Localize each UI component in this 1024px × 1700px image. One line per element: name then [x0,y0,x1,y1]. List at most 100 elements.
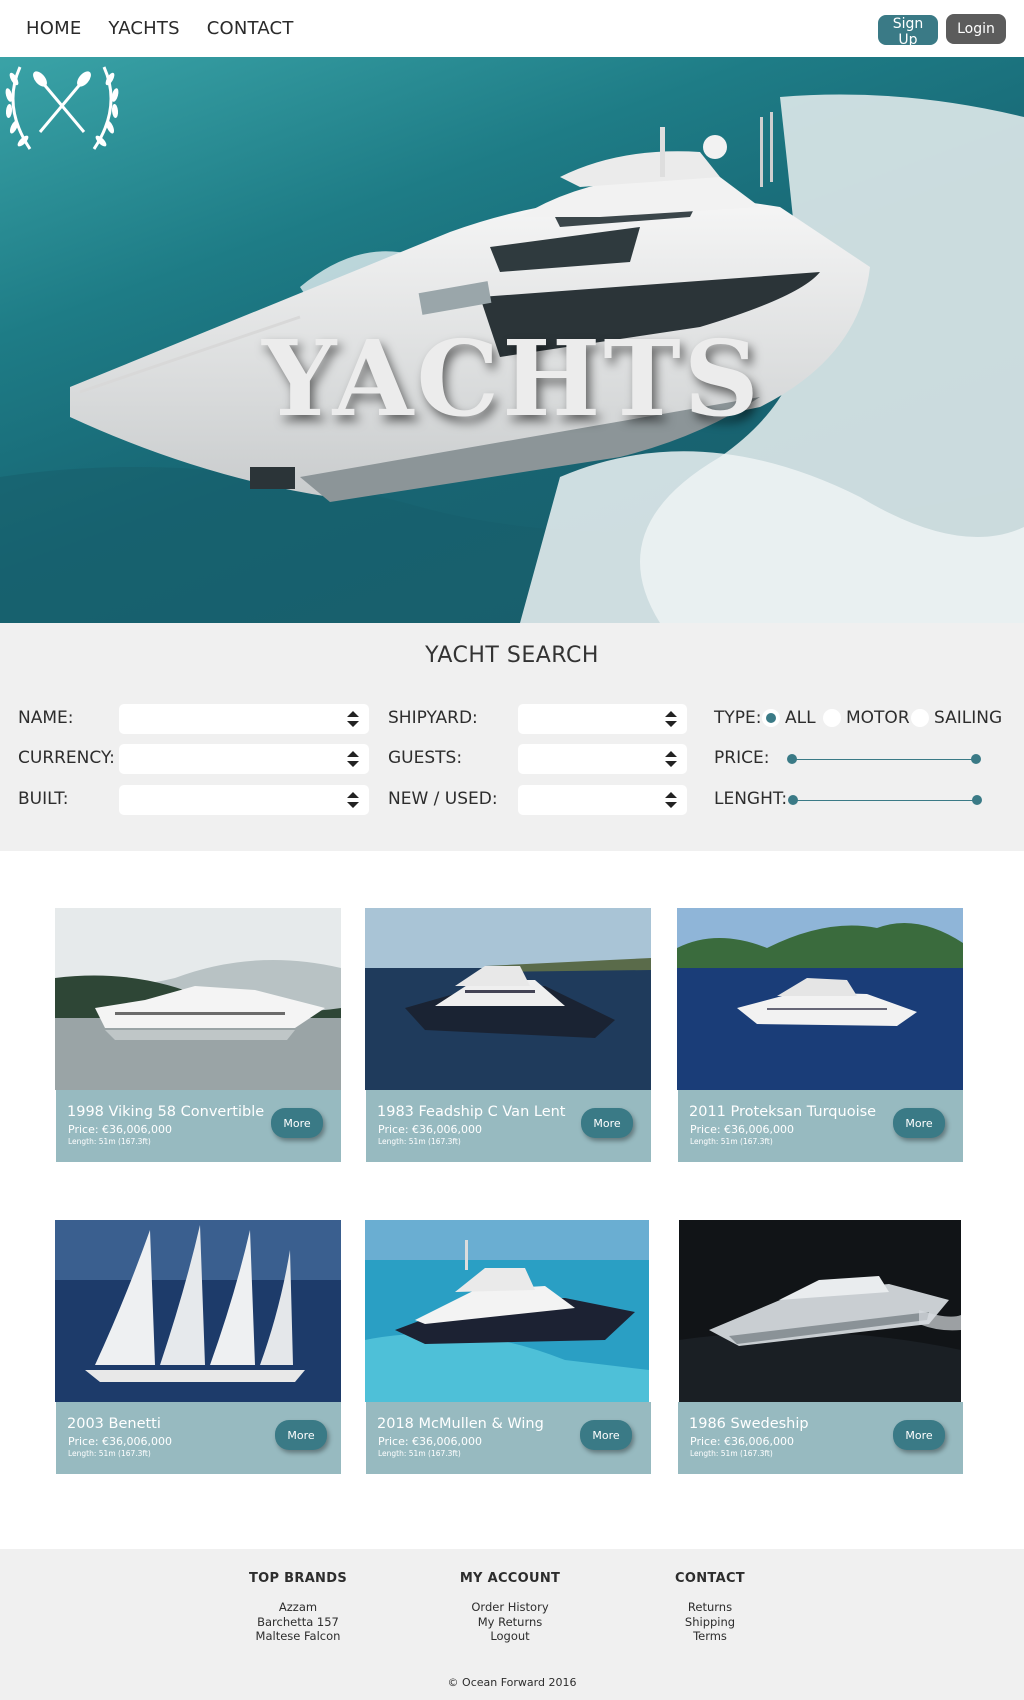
type-option-all: ALL [785,708,816,728]
copyright: © Ocean Forward 2016 [447,1676,577,1689]
search-title: YACHT SEARCH [425,643,599,668]
top-nav: HOME YACHTS CONTACT Sign Up Login [0,0,1024,57]
yacht-photo [365,908,651,1090]
type-radio-motor[interactable] [823,709,841,727]
select-arrows-icon [347,751,359,767]
yacht-info: 1998 Viking 58 Convertible Price: €36,00… [56,1090,341,1162]
yacht-length: Length: 51m (167.3ft) [68,1449,151,1458]
more-button[interactable]: More [581,1108,633,1138]
price-label: PRICE: [714,748,770,768]
footer-column-contact: CONTACT Returns Shipping Terms [630,1571,790,1644]
built-label: BUILT: [18,789,69,809]
new-used-select[interactable] [518,785,687,815]
type-option-motor: MOTOR [846,708,910,728]
more-button[interactable]: More [893,1108,945,1138]
yacht-info: 2011 Proteksan Turquoise Price: €36,006,… [678,1090,963,1162]
select-arrows-icon [665,792,677,808]
yacht-length: Length: 51m (167.3ft) [378,1137,461,1146]
yacht-name: 2018 McMullen & Wing [377,1416,544,1432]
yacht-card[interactable]: 2018 McMullen & Wing Price: €36,006,000 … [365,1220,651,1474]
more-button[interactable]: More [271,1108,323,1138]
footer-heading: MY ACCOUNT [459,1571,561,1586]
footer-column-top-brands: TOP BRANDS Azzam Barchetta 157 Maltese F… [218,1571,378,1644]
footer-column-my-account: MY ACCOUNT Order History My Returns Logo… [430,1571,590,1644]
yacht-name: 2003 Benetti [67,1416,161,1432]
shipyard-label: SHIPYARD: [388,708,478,728]
yacht-card[interactable]: 2011 Proteksan Turquoise Price: €36,006,… [677,908,963,1162]
select-arrows-icon [665,751,677,767]
yacht-photo [365,1220,649,1402]
crossed-oars-laurel-icon [5,66,119,150]
name-label: NAME: [18,708,74,728]
footer-link[interactable]: Order History [430,1600,590,1615]
built-select[interactable] [119,785,369,815]
new-used-label: NEW / USED: [388,789,498,809]
more-button[interactable]: More [580,1420,632,1450]
signup-button[interactable]: Sign Up [878,15,938,48]
footer-heading: TOP BRANDS [249,1571,347,1586]
yacht-card[interactable]: 2003 Benetti Price: €36,006,000 Length: … [55,1220,341,1474]
name-select[interactable] [119,704,369,734]
shipyard-select[interactable] [518,704,687,734]
length-slider-max-handle[interactable] [972,795,982,805]
hero-title: YACHTS [262,317,762,440]
login-button[interactable]: Login [946,14,1006,44]
yacht-price: Price: €36,006,000 [378,1435,483,1448]
currency-label: CURRENCY: [18,748,115,768]
footer-link[interactable]: Azzam [218,1600,378,1615]
yacht-card[interactable]: 1983 Feadship C Van Lent Price: €36,006,… [365,908,651,1162]
nav-yachts[interactable]: YACHTS [108,18,179,39]
yacht-price: Price: €36,006,000 [378,1123,483,1136]
length-slider-track[interactable] [793,800,977,801]
yacht-photo [677,908,963,1090]
hero-banner: YACHTS [0,57,1024,623]
type-radio-sailing[interactable] [911,709,929,727]
yacht-name: 1986 Swedeship [689,1416,809,1432]
nav-contact[interactable]: CONTACT [207,18,294,39]
price-slider-max-handle[interactable] [971,754,981,764]
yacht-length: Length: 51m (167.3ft) [690,1449,773,1458]
type-radio-all[interactable] [762,709,780,727]
yacht-photo [55,908,341,1090]
length-slider-min-handle[interactable] [788,795,798,805]
guests-label: GUESTS: [388,748,463,768]
footer-link[interactable]: Terms [630,1629,790,1644]
footer-link[interactable]: Logout [430,1629,590,1644]
yacht-price: Price: €36,006,000 [690,1123,795,1136]
nav-home[interactable]: HOME [26,18,81,39]
yacht-search-panel: YACHT SEARCH NAME: CURRENCY: BUILT: SHIP… [0,623,1024,851]
guests-select[interactable] [518,744,687,774]
yacht-price: Price: €36,006,000 [68,1435,173,1448]
footer-link[interactable]: Returns [630,1600,790,1615]
yacht-length: Length: 51m (167.3ft) [690,1137,773,1146]
currency-select[interactable] [119,744,369,774]
length-label: LENGHT: [714,789,788,809]
footer-link[interactable]: Maltese Falcon [218,1629,378,1644]
select-arrows-icon [665,711,677,727]
select-arrows-icon [347,792,359,808]
nav-links: HOME YACHTS CONTACT [26,18,294,39]
price-slider-track[interactable] [792,759,976,760]
yacht-name: 1998 Viking 58 Convertible [67,1104,265,1120]
more-button[interactable]: More [893,1420,945,1450]
footer-link[interactable]: Shipping [630,1615,790,1630]
type-option-sailing: SAILING [934,708,1003,728]
footer-link[interactable]: My Returns [430,1615,590,1630]
yacht-name: 1983 Feadship C Van Lent [377,1104,566,1120]
yacht-info: 2003 Benetti Price: €36,006,000 Length: … [56,1402,341,1474]
yacht-card[interactable]: 1986 Swedeship Price: €36,006,000 Length… [678,1220,965,1474]
yacht-length: Length: 51m (167.3ft) [68,1137,151,1146]
yacht-info: 2018 McMullen & Wing Price: €36,006,000 … [366,1402,651,1474]
price-slider-min-handle[interactable] [787,754,797,764]
footer: TOP BRANDS Azzam Barchetta 157 Maltese F… [0,1549,1024,1700]
footer-heading: CONTACT [675,1571,745,1586]
more-button[interactable]: More [275,1420,327,1450]
yacht-price: Price: €36,006,000 [690,1435,795,1448]
yacht-card[interactable]: 1998 Viking 58 Convertible Price: €36,00… [55,908,341,1162]
yacht-name: 2011 Proteksan Turquoise [689,1104,877,1120]
select-arrows-icon [347,711,359,727]
footer-link[interactable]: Barchetta 157 [218,1615,378,1630]
yacht-photo [55,1220,341,1402]
yacht-info: 1986 Swedeship Price: €36,006,000 Length… [678,1402,963,1474]
yacht-photo [679,1220,961,1402]
